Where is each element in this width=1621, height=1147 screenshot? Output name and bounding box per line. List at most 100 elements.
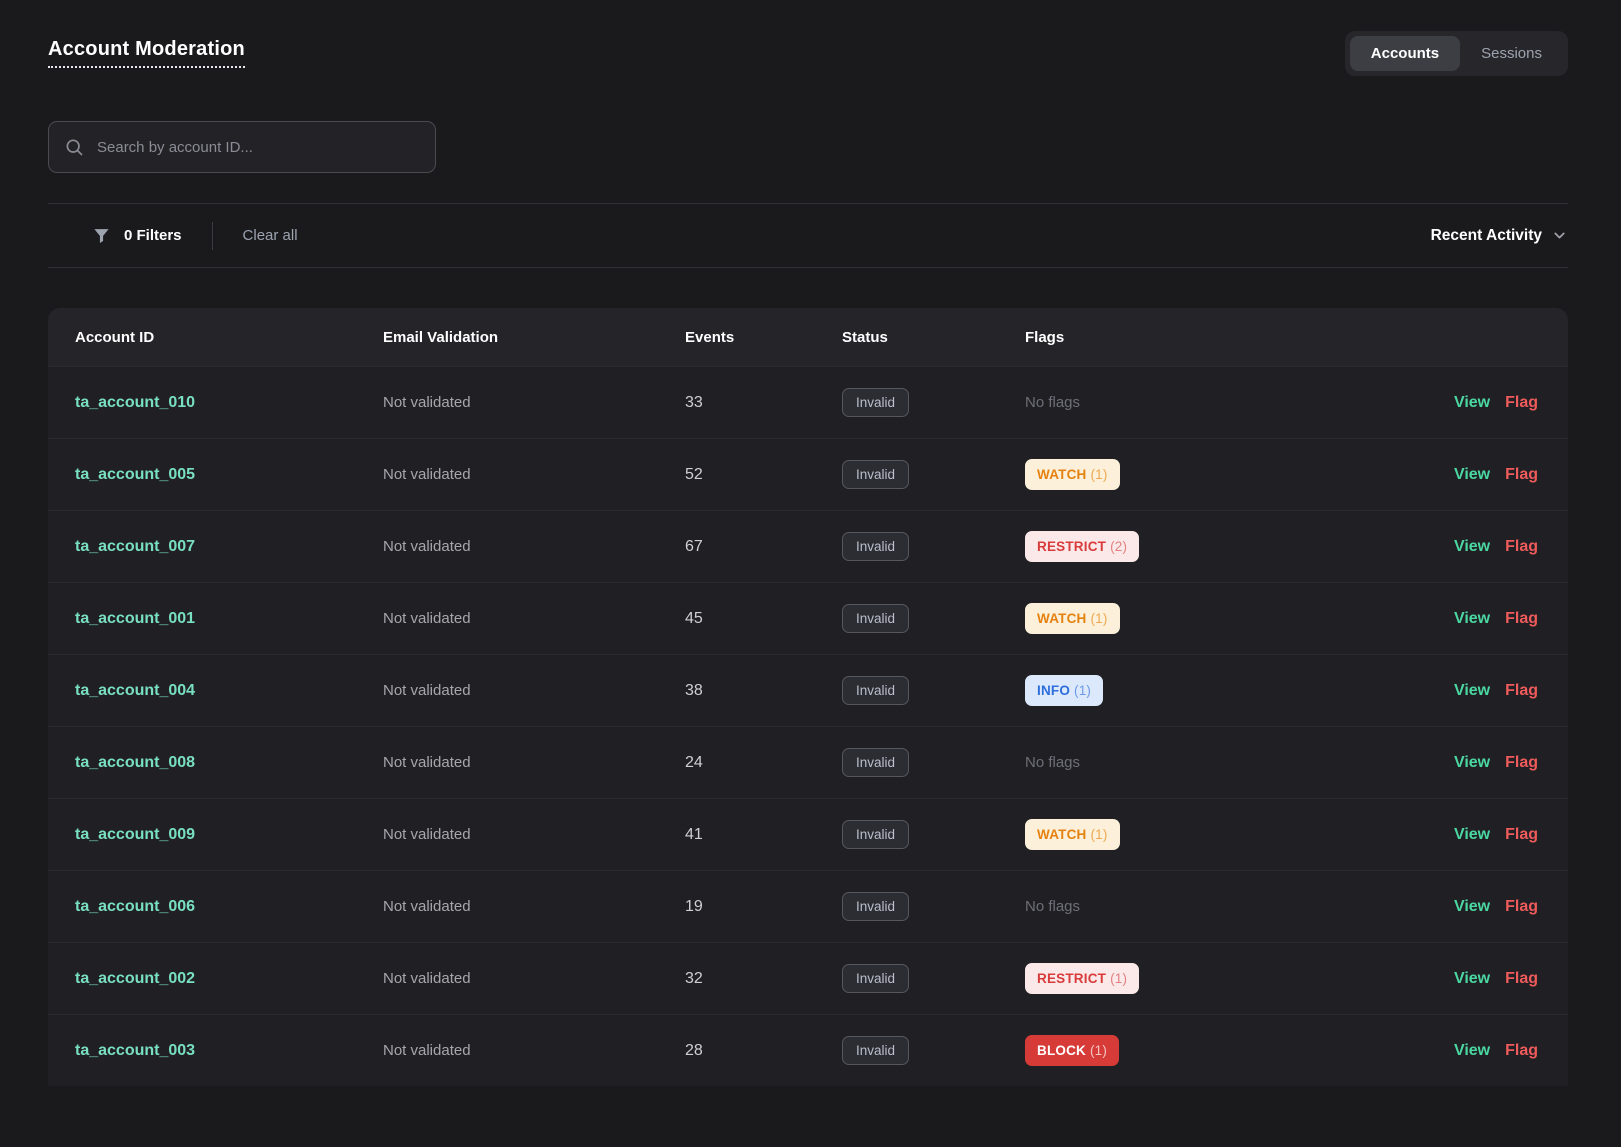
- view-button[interactable]: View: [1454, 970, 1490, 988]
- tab-accounts[interactable]: Accounts: [1350, 36, 1460, 71]
- status-cell: Invalid: [842, 1036, 1025, 1065]
- status-badge: Invalid: [842, 964, 909, 993]
- status-cell: Invalid: [842, 892, 1025, 921]
- search-input[interactable]: [95, 138, 420, 157]
- flag-count: (2): [1110, 539, 1127, 554]
- status-badge: Invalid: [842, 1036, 909, 1065]
- row-actions: View Flag: [1418, 826, 1538, 844]
- account-id-link[interactable]: ta_account_003: [75, 1042, 383, 1060]
- flags-cell: BLOCK (1): [1025, 1035, 1418, 1066]
- account-id-link[interactable]: ta_account_007: [75, 538, 383, 556]
- table-row: ta_account_006 Not validated 19 Invalid …: [48, 870, 1568, 942]
- flag-badge-watch: WATCH (1): [1025, 459, 1120, 490]
- flags-cell: WATCH (1): [1025, 459, 1418, 490]
- flag-button[interactable]: Flag: [1505, 610, 1538, 628]
- filter-funnel-icon: [92, 226, 111, 245]
- flag-count: (1): [1074, 683, 1091, 698]
- column-header-events: Events: [685, 329, 842, 346]
- table-row: ta_account_004 Not validated 38 Invalid …: [48, 654, 1568, 726]
- status-cell: Invalid: [842, 676, 1025, 705]
- flag-badge-restrict: RESTRICT (2): [1025, 531, 1139, 562]
- events-cell: 32: [685, 970, 842, 988]
- status-badge: Invalid: [842, 388, 909, 417]
- sort-dropdown[interactable]: Recent Activity: [1431, 227, 1568, 245]
- flag-button[interactable]: Flag: [1505, 394, 1538, 412]
- status-cell: Invalid: [842, 532, 1025, 561]
- search-box[interactable]: [48, 121, 436, 173]
- flag-button[interactable]: Flag: [1505, 826, 1538, 844]
- account-id-link[interactable]: ta_account_002: [75, 970, 383, 988]
- flag-count: (1): [1110, 971, 1127, 986]
- events-cell: 45: [685, 610, 842, 628]
- table-row: ta_account_009 Not validated 41 Invalid …: [48, 798, 1568, 870]
- status-badge: Invalid: [842, 604, 909, 633]
- view-button[interactable]: View: [1454, 394, 1490, 412]
- email-validation-cell: Not validated: [383, 394, 685, 411]
- account-id-link[interactable]: ta_account_004: [75, 682, 383, 700]
- table-row: ta_account_010 Not validated 33 Invalid …: [48, 366, 1568, 438]
- view-button[interactable]: View: [1454, 610, 1490, 628]
- table-body: ta_account_010 Not validated 33 Invalid …: [48, 366, 1568, 1086]
- flag-badge-watch: WATCH (1): [1025, 819, 1120, 850]
- flag-button[interactable]: Flag: [1505, 538, 1538, 556]
- status-cell: Invalid: [842, 460, 1025, 489]
- status-cell: Invalid: [842, 604, 1025, 633]
- events-cell: 28: [685, 1042, 842, 1060]
- flag-button[interactable]: Flag: [1505, 1042, 1538, 1060]
- flag-badge-restrict: RESTRICT (1): [1025, 963, 1139, 994]
- flag-button[interactable]: Flag: [1505, 754, 1538, 772]
- flags-cell: WATCH (1): [1025, 603, 1418, 634]
- email-validation-cell: Not validated: [383, 538, 685, 555]
- email-validation-cell: Not validated: [383, 970, 685, 987]
- no-flags-label: No flags: [1025, 898, 1080, 915]
- row-actions: View Flag: [1418, 898, 1538, 916]
- flag-badge-block: BLOCK (1): [1025, 1035, 1119, 1066]
- row-actions: View Flag: [1418, 970, 1538, 988]
- flag-button[interactable]: Flag: [1505, 682, 1538, 700]
- events-cell: 19: [685, 898, 842, 916]
- search-icon: [64, 137, 84, 157]
- accounts-table: Account ID Email Validation Events Statu…: [48, 308, 1568, 1086]
- view-button[interactable]: View: [1454, 1042, 1490, 1060]
- row-actions: View Flag: [1418, 538, 1538, 556]
- view-button[interactable]: View: [1454, 898, 1490, 916]
- account-id-link[interactable]: ta_account_008: [75, 754, 383, 772]
- view-button[interactable]: View: [1454, 466, 1490, 484]
- flag-button[interactable]: Flag: [1505, 898, 1538, 916]
- row-actions: View Flag: [1418, 1042, 1538, 1060]
- flag-count: (1): [1090, 467, 1107, 482]
- flag-count: (1): [1090, 1043, 1107, 1058]
- account-id-link[interactable]: ta_account_001: [75, 610, 383, 628]
- row-actions: View Flag: [1418, 754, 1538, 772]
- status-cell: Invalid: [842, 964, 1025, 993]
- status-badge: Invalid: [842, 748, 909, 777]
- account-moderation-page: Account Moderation Accounts Sessions 0 F…: [0, 27, 1621, 1086]
- flags-cell: INFO (1): [1025, 675, 1418, 706]
- vertical-divider: [212, 222, 213, 250]
- no-flags-label: No flags: [1025, 394, 1080, 411]
- email-validation-cell: Not validated: [383, 610, 685, 627]
- flag-button[interactable]: Flag: [1505, 466, 1538, 484]
- email-validation-cell: Not validated: [383, 898, 685, 915]
- view-button[interactable]: View: [1454, 682, 1490, 700]
- account-id-link[interactable]: ta_account_009: [75, 826, 383, 844]
- flags-cell: RESTRICT (1): [1025, 963, 1418, 994]
- account-id-link[interactable]: ta_account_010: [75, 394, 383, 412]
- tab-sessions[interactable]: Sessions: [1460, 36, 1563, 71]
- account-id-link[interactable]: ta_account_005: [75, 466, 383, 484]
- view-button[interactable]: View: [1454, 754, 1490, 772]
- flag-button[interactable]: Flag: [1505, 970, 1538, 988]
- account-id-link[interactable]: ta_account_006: [75, 898, 383, 916]
- status-cell: Invalid: [842, 748, 1025, 777]
- row-actions: View Flag: [1418, 394, 1538, 412]
- table-row: ta_account_005 Not validated 52 Invalid …: [48, 438, 1568, 510]
- status-badge: Invalid: [842, 820, 909, 849]
- table-row: ta_account_002 Not validated 32 Invalid …: [48, 942, 1568, 1014]
- view-button[interactable]: View: [1454, 538, 1490, 556]
- flags-cell: No flags: [1025, 754, 1418, 771]
- page-title: Account Moderation: [48, 38, 245, 68]
- view-button[interactable]: View: [1454, 826, 1490, 844]
- clear-all-button[interactable]: Clear all: [243, 227, 298, 244]
- view-toggle: Accounts Sessions: [1345, 31, 1568, 76]
- status-cell: Invalid: [842, 820, 1025, 849]
